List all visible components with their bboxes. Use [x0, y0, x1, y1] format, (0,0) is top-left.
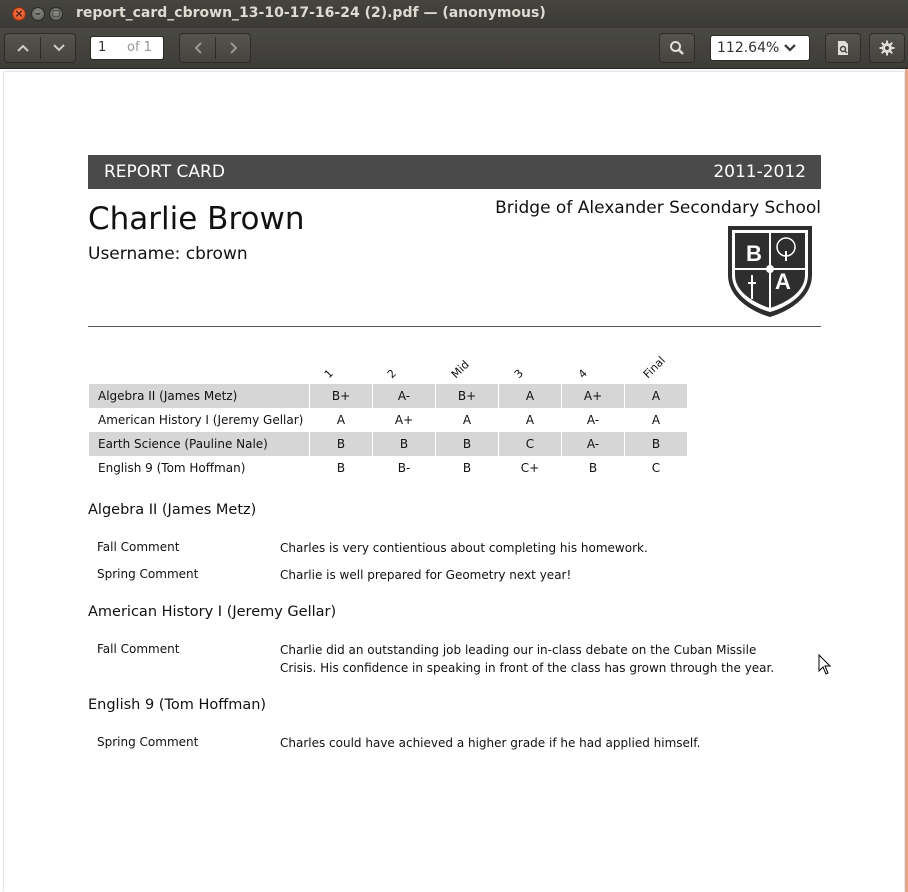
zoom-select[interactable]: 112.64% [710, 35, 810, 61]
search-button-inner [660, 34, 694, 62]
settings-inner [870, 34, 904, 62]
next-page-button[interactable] [41, 34, 76, 62]
page-count-label: of 1 [127, 40, 152, 55]
comment-text: Charles is very contientious about compl… [280, 541, 648, 555]
maximize-icon: ▢ [51, 9, 61, 19]
grade-cell: A+ [394, 413, 414, 427]
comment-text: Charlie did an outstanding job leading o… [280, 643, 775, 675]
search-button[interactable] [659, 33, 695, 63]
history-nav-group [179, 33, 251, 63]
grade-cell: B [310, 432, 372, 456]
gear-icon [879, 40, 895, 56]
table-row: Earth Science (Pauline Nale) B B B C A- B [89, 432, 687, 456]
chevron-up-icon [16, 44, 29, 52]
grade-cell: B+ [310, 384, 372, 408]
chevron-left-icon [194, 42, 202, 54]
grade-cell: A- [373, 384, 435, 408]
chevron-right-icon [229, 42, 237, 54]
grade-cell: B [625, 432, 687, 456]
comment-label: Spring Comment [97, 567, 199, 581]
grade-cell: B [373, 432, 435, 456]
divider [88, 326, 821, 327]
student-name: Charlie Brown [88, 201, 305, 237]
window-title: report_card_cbrown_13-10-17-16-24 (2).pd… [76, 5, 546, 21]
search-icon [670, 41, 684, 55]
grade-cell: B+ [436, 384, 498, 408]
forward-button[interactable] [216, 34, 251, 62]
maximize-window-button[interactable]: ▢ [49, 7, 63, 21]
back-button[interactable] [180, 34, 215, 62]
close-window-button[interactable]: × [12, 7, 26, 21]
settings-button[interactable] [869, 33, 905, 63]
table-row: English 9 (Tom Hoffman) B B- B C+ B C [89, 456, 687, 480]
document-properties-button[interactable] [825, 33, 861, 63]
school-crest-logo: B A [728, 226, 812, 317]
grade-cell: A [525, 413, 535, 427]
zoom-value: 112.64% [717, 40, 780, 56]
comment-label: Spring Comment [97, 735, 199, 749]
page-number-input[interactable]: 1 [98, 40, 106, 55]
chevron-down-icon [52, 44, 65, 52]
close-icon: × [14, 7, 24, 20]
grade-cell: C [651, 461, 661, 475]
minimize-icon: – [35, 7, 41, 20]
subject-cell: American History I (Jeremy Gellar) [98, 413, 304, 427]
grade-cell: B [336, 461, 346, 475]
grade-cell: A [336, 413, 346, 427]
comment-section-heading: English 9 (Tom Hoffman) [88, 697, 267, 713]
grade-cell: A [625, 384, 687, 408]
grade-cell: B [462, 461, 472, 475]
comment-label: Fall Comment [97, 540, 180, 554]
subject-cell: English 9 (Tom Hoffman) [98, 461, 246, 475]
previous-page-button[interactable] [5, 34, 40, 62]
crest-letter-a: A [775, 269, 791, 294]
grade-cell: B [588, 461, 598, 475]
comment-text: Charles could have achieved a higher gra… [280, 736, 701, 750]
page-number-field[interactable]: 1 of 1 [90, 36, 164, 60]
grade-cell: B- [397, 461, 411, 475]
table-row: Algebra II (James Metz) B+ A- B+ A A+ A [89, 384, 687, 408]
document-properties-inner [826, 34, 860, 62]
report-title: REPORT CARD [104, 162, 225, 182]
grade-cell: A [499, 384, 561, 408]
minimize-window-button[interactable]: – [31, 7, 45, 21]
grade-cell: C [499, 432, 561, 456]
crest-letter-b: B [746, 241, 762, 266]
report-banner: REPORT CARD 2011-2012 [88, 155, 821, 189]
comment-section-heading: Algebra II (James Metz) [88, 502, 257, 518]
grade-cell: B [436, 432, 498, 456]
grade-cell: A- [562, 432, 624, 456]
grade-cell: A- [586, 413, 600, 427]
school-year: 2011-2012 [713, 162, 806, 182]
grades-table: Algebra II (James Metz) B+ A- B+ A A+ A America… [88, 384, 688, 480]
comment-label: Fall Comment [97, 642, 180, 656]
subject-cell: Earth Science (Pauline Nale) [89, 432, 309, 456]
grade-cell: A+ [562, 384, 624, 408]
grade-cell: C+ [520, 461, 540, 475]
comment-section-heading: American History I (Jeremy Gellar) [88, 604, 337, 620]
mouse-cursor [818, 654, 832, 675]
school-name: Bridge of Alexander Secondary School [495, 198, 821, 218]
username: Username: cbrown [88, 244, 248, 264]
page-nav-group [4, 33, 76, 63]
subject-cell: Algebra II (James Metz) [89, 384, 309, 408]
title-bar: × – ▢ report_card_cbrown_13-10-17-16-24 … [0, 0, 908, 28]
chevron-down-icon [784, 44, 796, 52]
document-search-icon [838, 41, 848, 55]
grade-cell: A [651, 413, 661, 427]
comment-text: Charlie is well prepared for Geometry ne… [280, 568, 572, 582]
table-row: American History I (Jeremy Gellar) A A+ A A A… [89, 408, 687, 432]
grade-cell: A [462, 413, 472, 427]
pdf-page [4, 72, 904, 892]
